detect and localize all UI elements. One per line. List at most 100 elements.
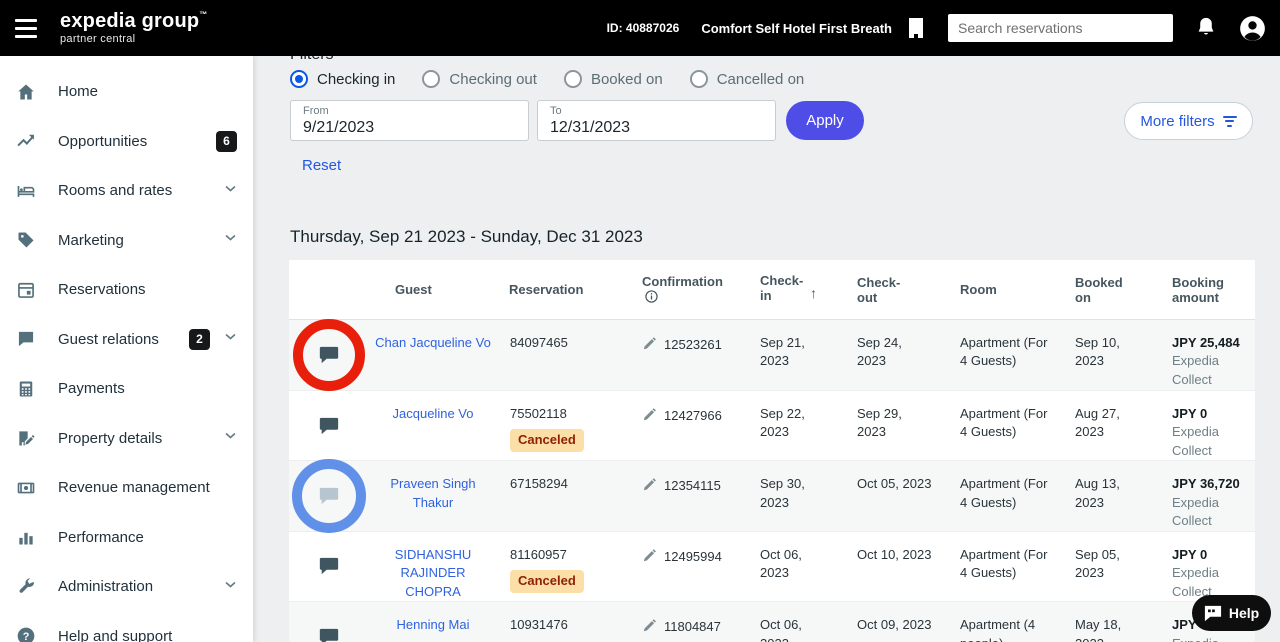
message-cell xyxy=(289,602,369,642)
to-date-value: 12/31/2023 xyxy=(550,119,631,137)
sidebar-item-label: Property details xyxy=(58,429,163,447)
check-in-cell: Oct 06, 2023 xyxy=(760,617,802,642)
sidebar-item-opportunities[interactable]: Opportunities 6 xyxy=(0,117,253,167)
sidebar-item-label: Guest relations xyxy=(58,330,159,348)
sidebar-item-rooms-and-rates[interactable]: Rooms and rates xyxy=(0,166,253,216)
edit-pencil-icon[interactable] xyxy=(642,407,657,422)
building-icon[interactable] xyxy=(904,16,928,40)
sidebar-item-guest-relations[interactable]: Guest relations 2 xyxy=(0,315,253,365)
check-out-cell: Sep 29, 2023 xyxy=(857,406,902,440)
confirmation-cell: 12495994 xyxy=(630,532,748,601)
room-cell: Apartment (For 4 Guests) xyxy=(960,546,1048,581)
sidebar-item-property-details[interactable]: Property details xyxy=(0,414,253,464)
sidebar-item-revenue-management[interactable]: Revenue management xyxy=(0,463,253,513)
radio-label: Checking out xyxy=(449,70,537,88)
brand-logo[interactable]: expedia group™ partner central xyxy=(60,11,208,45)
sidebar-item-reservations[interactable]: Reservations xyxy=(0,265,253,315)
column-header-booking-amount: Booking amount xyxy=(1172,274,1224,305)
reservation-cell: 10931476 xyxy=(497,602,630,642)
message-cell xyxy=(289,319,369,391)
confirmation-cell: 11804847 xyxy=(630,602,748,642)
reservation-number: 75502118 xyxy=(510,406,567,421)
table-row: Praveen Singh Thakur 67158294 12354115 Sep … xyxy=(289,459,1255,534)
reservation-cell: 67158294 xyxy=(497,461,630,530)
check-out-cell: Oct 05, 2023 xyxy=(857,476,932,492)
more-filters-button[interactable]: More filters xyxy=(1124,102,1253,140)
chevron-down-icon xyxy=(224,578,237,596)
booking-amount-cell: JPY 36,720 Expedia Collect xyxy=(1160,461,1255,530)
table-row: Henning Mai 10931476 11804847 Oct 06, 2023 O… xyxy=(289,601,1255,642)
message-cell xyxy=(289,391,369,460)
sidebar-item-home[interactable]: Home xyxy=(0,67,253,117)
message-bubble-icon[interactable] xyxy=(318,556,340,576)
message-cell xyxy=(289,532,369,601)
count-badge: 6 xyxy=(216,130,237,152)
guest-name-link[interactable]: Chan Jacqueline Vo xyxy=(375,335,491,350)
info-icon[interactable] xyxy=(645,289,658,306)
apply-button[interactable]: Apply xyxy=(786,101,864,140)
amount-value: JPY 25,484 xyxy=(1172,335,1240,350)
sidebar-item-label: Payments xyxy=(58,380,125,398)
radio-label: Checking in xyxy=(317,70,396,88)
radio-checking-in[interactable]: Checking in xyxy=(290,70,395,88)
reset-link[interactable]: Reset xyxy=(302,157,341,174)
room-cell: Apartment (For 4 Guests) xyxy=(960,335,1048,369)
confirmation-cell: 12427966 xyxy=(630,391,748,460)
booked-on-cell: May 18, 2023 xyxy=(1075,617,1122,642)
message-bubble-icon[interactable] xyxy=(318,486,340,506)
room-cell: Apartment (4 people) xyxy=(960,617,1036,642)
message-bubble-icon[interactable] xyxy=(318,627,340,642)
radio-label: Booked on xyxy=(590,70,663,88)
guest-name-link[interactable]: Jacqueline Vo xyxy=(393,406,474,421)
table-row: Jacqueline Vo 75502118 Canceled 12427966 Sep… xyxy=(289,390,1255,460)
help-button[interactable]: Help xyxy=(1192,595,1271,631)
from-date-field[interactable]: From 9/21/2023 xyxy=(290,100,529,141)
search-input[interactable] xyxy=(948,14,1173,42)
edit-pencil-icon[interactable] xyxy=(642,618,657,633)
sidebar-item-label: Opportunities xyxy=(58,132,148,150)
sidebar-item-label: Reservations xyxy=(58,281,146,299)
calendar-icon xyxy=(16,279,38,301)
top-bar: expedia group™ partner central ID: 40887… xyxy=(0,0,1280,56)
column-header-guest: Guest xyxy=(395,282,432,297)
sidebar-item-help-and-support[interactable]: ? Help and support xyxy=(0,612,253,642)
to-date-field[interactable]: To 12/31/2023 xyxy=(537,100,776,141)
radio-unselected-icon xyxy=(422,70,441,88)
booked-on-cell: Aug 27, 2023 xyxy=(1075,406,1120,440)
sidebar-item-administration[interactable]: Administration xyxy=(0,562,253,612)
help-icon: ? xyxy=(16,625,38,642)
radio-cancelled-on[interactable]: Cancelled on xyxy=(689,70,804,88)
check-out-cell: Sep 24, 2023 xyxy=(857,335,902,369)
column-header-confirmation: Confirmation xyxy=(630,260,748,319)
edit-pencil-icon[interactable] xyxy=(642,477,657,492)
chevron-down-icon xyxy=(224,231,237,249)
edit-pencil-icon[interactable] xyxy=(642,548,657,563)
sidebar-item-performance[interactable]: Performance xyxy=(0,513,253,563)
user-avatar-icon[interactable] xyxy=(1239,15,1266,42)
column-header-check-in[interactable]: Check-in ↑ xyxy=(748,260,845,319)
edit-pencil-icon[interactable] xyxy=(642,336,657,351)
trend-up-icon xyxy=(16,130,38,152)
confirmation-number: 12495994 xyxy=(664,548,722,564)
guest-name-link[interactable]: Henning Mai xyxy=(397,617,470,632)
sidebar-item-marketing[interactable]: Marketing xyxy=(0,216,253,266)
chevron-down-icon xyxy=(224,429,237,447)
svg-text:?: ? xyxy=(23,631,30,642)
menu-icon[interactable] xyxy=(12,13,46,43)
message-bubble-icon[interactable] xyxy=(318,416,340,436)
radio-booked-on[interactable]: Booked on xyxy=(563,70,663,88)
guest-name-link[interactable]: SIDHANSHU RAJINDER CHOPRA xyxy=(395,547,472,599)
message-bubble-icon[interactable] xyxy=(318,345,340,365)
booked-on-cell: Sep 10, 2023 xyxy=(1075,335,1120,369)
check-in-cell: Sep 21, 2023 xyxy=(760,335,805,369)
wrench-icon xyxy=(16,576,38,598)
radio-checking-out[interactable]: Checking out xyxy=(422,70,537,88)
reservation-cell: 81160957 Canceled xyxy=(497,532,630,601)
property-id: ID: 40887026 xyxy=(606,21,680,35)
guest-name-link[interactable]: Praveen Singh Thakur xyxy=(390,476,475,509)
sidebar-item-payments[interactable]: Payments xyxy=(0,364,253,414)
home-icon xyxy=(16,81,38,103)
brand-subtitle: partner central xyxy=(60,33,136,45)
notification-bell-icon[interactable] xyxy=(1195,16,1217,40)
canceled-status-badge: Canceled xyxy=(510,570,584,593)
